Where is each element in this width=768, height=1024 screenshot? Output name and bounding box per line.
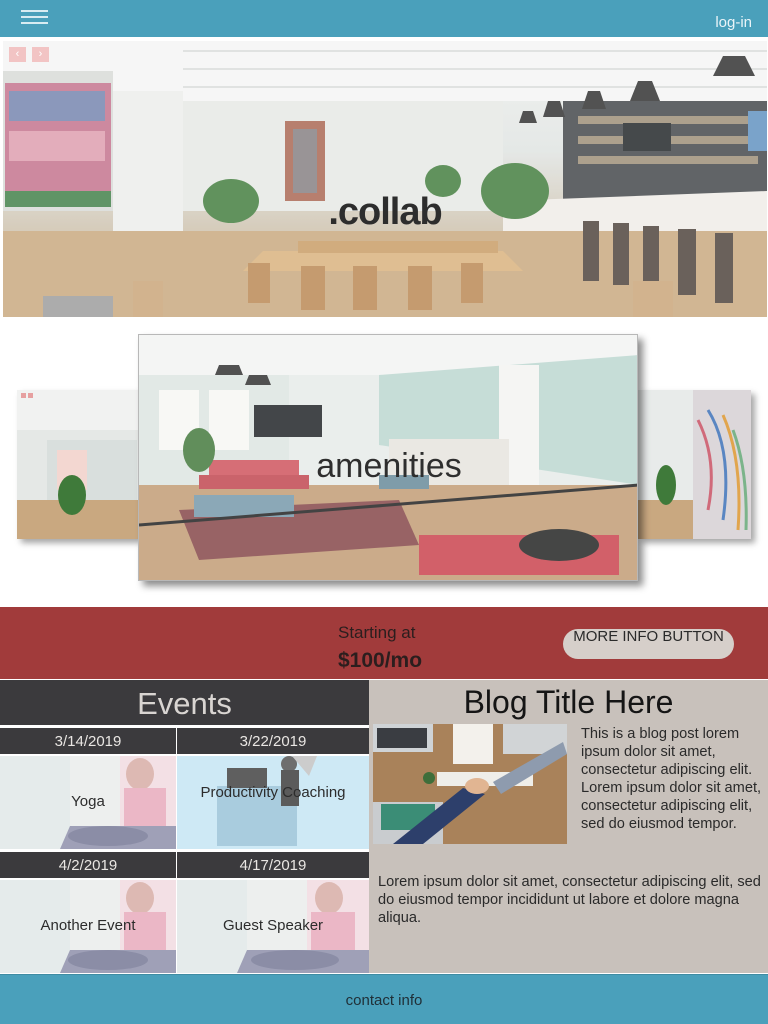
more-info-button-label: MORE INFO BUTTON	[573, 628, 724, 645]
footer: contact info	[0, 974, 768, 1024]
event-image	[177, 756, 369, 849]
event-card[interactable]: 4/2/2019 Another Event	[0, 852, 176, 973]
event-name: Another Event	[40, 917, 136, 934]
top-navbar: log-in	[0, 0, 768, 37]
hero-title: .collab	[328, 191, 442, 233]
event-date: 3/14/2019	[0, 728, 176, 754]
event-name: Guest Speaker	[222, 917, 324, 934]
amenities-main-slide[interactable]: amenities	[138, 334, 638, 581]
events-section: Events 3/14/2019 Yoga 3/22/2019 Producti…	[0, 680, 369, 973]
blog-image	[373, 724, 567, 844]
chevron-right-icon: ›	[38, 48, 43, 60]
blog-title[interactable]: Blog Title Here	[369, 684, 768, 721]
hero-banner: ‹ › .collab	[3, 41, 767, 317]
amenities-title: amenities	[316, 447, 462, 485]
more-info-button[interactable]: MORE INFO BUTTON	[563, 628, 734, 659]
chevron-left-icon: ‹	[15, 48, 20, 60]
hero-next-button[interactable]: ›	[32, 47, 49, 62]
events-header: Events	[0, 680, 369, 725]
amenities-prev-slide[interactable]	[17, 390, 138, 539]
hero-photo	[3, 41, 767, 317]
event-name: Productivity Coaching	[200, 784, 346, 801]
event-card[interactable]: 3/22/2019 Productivity Coaching	[177, 728, 369, 849]
pricing-band: Starting at $100/mo MORE INFO BUTTON	[0, 607, 768, 679]
hero-prev-button[interactable]: ‹	[9, 47, 26, 62]
page: log-in ‹ › .collab amenities Starting at…	[0, 0, 768, 1024]
event-date: 4/17/2019	[177, 852, 369, 878]
blog-section: Blog Title Here This is a blog post lore…	[369, 680, 768, 973]
event-date: 4/2/2019	[0, 852, 176, 878]
login-link[interactable]: log-in	[715, 14, 752, 31]
event-name: Yoga	[71, 793, 105, 810]
price-value: $100/mo	[338, 649, 423, 672]
event-card[interactable]: 4/17/2019 Guest Speaker	[177, 852, 369, 973]
blog-excerpt: This is a blog post lorem ipsum dolor si…	[581, 726, 762, 832]
event-date: 3/22/2019	[177, 728, 369, 754]
events-title: Events	[137, 686, 232, 721]
amenities-next-slide[interactable]	[638, 390, 751, 539]
price-label: Starting at	[338, 623, 416, 642]
blog-body: Lorem ipsum dolor sit amet, consectetur …	[378, 874, 761, 926]
hamburger-menu-icon[interactable]	[21, 9, 48, 25]
event-card[interactable]: 3/14/2019 Yoga	[0, 728, 176, 849]
contact-info-link[interactable]: contact info	[0, 992, 768, 1009]
